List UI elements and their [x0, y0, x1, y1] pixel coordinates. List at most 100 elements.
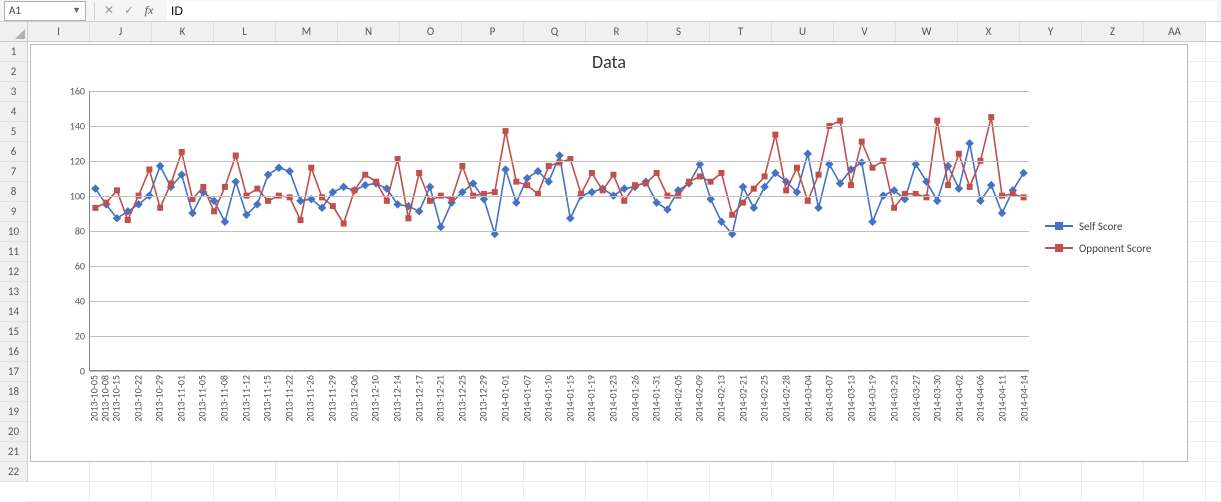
fx-label: fx: [145, 3, 154, 18]
formula-bar: A1 ▼ ✕ ✓ fx: [0, 0, 1221, 22]
x-axis-tick-label: 2014-01-31: [650, 375, 663, 422]
x-axis-tick-label: 2014-02-25: [758, 375, 771, 422]
col-header[interactable]: Z: [1082, 22, 1144, 41]
x-axis-tick-label: 2014-02-05: [671, 375, 684, 422]
enter-icon[interactable]: ✓: [119, 2, 139, 20]
x-axis-tick-label: 2013-11-12: [239, 375, 252, 422]
x-axis-tick-label: 2014-02-21: [736, 375, 749, 422]
plot-area[interactable]: 0204060801001201401602013-10-052013-10-0…: [59, 91, 1029, 389]
x-axis-tick-label: 2014-01-19: [585, 375, 598, 422]
col-header[interactable]: Q: [524, 22, 586, 41]
x-axis-tick-label: 2014-02-13: [715, 375, 728, 422]
col-header[interactable]: X: [958, 22, 1020, 41]
x-axis-tick-label: 2013-12-10: [369, 375, 382, 422]
x-axis-tick-label: 2014-01-01: [498, 375, 511, 422]
col-header[interactable]: K: [152, 22, 214, 41]
x-axis-tick-label: 2013-11-22: [282, 375, 295, 422]
row-header[interactable]: 16: [0, 342, 28, 362]
col-header[interactable]: Y: [1020, 22, 1082, 41]
x-axis-tick-label: 2014-03-27: [909, 375, 922, 422]
col-header[interactable]: V: [834, 22, 896, 41]
separator: [94, 2, 95, 20]
x-axis-tick-label: 2013-11-08: [218, 375, 231, 422]
col-header[interactable]: J: [90, 22, 152, 41]
x-axis-tick-label: 2013-10-15: [110, 375, 123, 422]
row-header[interactable]: 22: [0, 462, 28, 482]
cancel-icon[interactable]: ✕: [99, 2, 119, 20]
x-axis-tick-label: 2014-03-04: [801, 375, 814, 422]
x-axis-tick-label: 2014-02-28: [779, 375, 792, 422]
row-header[interactable]: 4: [0, 102, 28, 122]
x-axis-tick-label: 2013-10-29: [153, 375, 166, 422]
x-axis-tick-label: 2013-11-29: [326, 375, 339, 422]
col-header[interactable]: T: [710, 22, 772, 41]
x-axis-tick-label: 2014-04-14: [1017, 375, 1030, 422]
legend-item-self-score[interactable]: Self Score: [1045, 215, 1175, 237]
row-header[interactable]: 17: [0, 362, 28, 382]
row-header[interactable]: 21: [0, 442, 28, 462]
col-header[interactable]: L: [214, 22, 276, 41]
plot-inner: [89, 91, 1029, 371]
col-header[interactable]: N: [338, 22, 400, 41]
name-box[interactable]: A1 ▼: [4, 1, 86, 21]
col-header[interactable]: U: [772, 22, 834, 41]
x-axis-tick-label: 2014-03-19: [866, 375, 879, 422]
x-axis-tick-label: 2014-01-23: [607, 375, 620, 422]
x-axis-tick-label: 2013-11-26: [304, 375, 317, 422]
row-header[interactable]: 2: [0, 62, 28, 82]
row-header[interactable]: 8: [0, 182, 28, 202]
col-header[interactable]: M: [276, 22, 338, 41]
select-all-corner[interactable]: [0, 22, 28, 41]
x-axis-tick-label: 2013-12-06: [347, 375, 360, 422]
row-header[interactable]: 19: [0, 402, 28, 422]
row-header[interactable]: 20: [0, 422, 28, 442]
col-header[interactable]: R: [586, 22, 648, 41]
col-header[interactable]: P: [462, 22, 524, 41]
fx-icon[interactable]: fx: [139, 2, 159, 20]
y-axis-tick-label: 80: [61, 225, 85, 238]
x-axis-tick-label: 2014-04-11: [995, 375, 1008, 422]
row-header[interactable]: 14: [0, 302, 28, 322]
row-header[interactable]: 13: [0, 282, 28, 302]
name-box-dropdown-icon[interactable]: ▼: [72, 5, 81, 16]
worksheet[interactable]: IJKLMNOPQRSTUVWXYZAA 1234567891011121314…: [0, 22, 1221, 502]
col-header[interactable]: S: [648, 22, 710, 41]
row-header[interactable]: 10: [0, 222, 28, 242]
row-headers: 12345678910111213141516171819202122: [0, 42, 28, 482]
row-header[interactable]: 12: [0, 262, 28, 282]
x-axis-tick-label: 2014-01-07: [520, 375, 533, 422]
formula-input[interactable]: [167, 1, 1217, 21]
name-box-value: A1: [9, 4, 21, 17]
chart-title[interactable]: Data: [31, 51, 1187, 75]
row-header[interactable]: 3: [0, 82, 28, 102]
row-header[interactable]: 15: [0, 322, 28, 342]
y-axis-tick-label: 140: [61, 120, 85, 133]
x-axis-tick-label: 2014-04-02: [952, 375, 965, 422]
row-header[interactable]: 1: [0, 42, 28, 62]
x-axis-tick-label: 2014-03-30: [931, 375, 944, 422]
x-axis-tick-label: 2013-10-22: [131, 375, 144, 422]
y-axis-tick-label: 0: [61, 365, 85, 378]
row-header[interactable]: 18: [0, 382, 28, 402]
chart-legend[interactable]: Self Score Opponent Score: [1045, 215, 1175, 259]
row-header[interactable]: 7: [0, 162, 28, 182]
y-axis-tick-label: 120: [61, 155, 85, 168]
row-header[interactable]: 5: [0, 122, 28, 142]
col-header[interactable]: AA: [1144, 22, 1206, 41]
col-header[interactable]: O: [400, 22, 462, 41]
row-header[interactable]: 6: [0, 142, 28, 162]
row-header[interactable]: 9: [0, 202, 28, 222]
x-axis-tick-label: 2014-03-13: [844, 375, 857, 422]
row-header[interactable]: 11: [0, 242, 28, 262]
col-header[interactable]: I: [28, 22, 90, 41]
col-header[interactable]: W: [896, 22, 958, 41]
x-axis-tick-label: 2013-11-01: [174, 375, 187, 422]
legend-item-opponent-score[interactable]: Opponent Score: [1045, 237, 1175, 259]
x-axis-tick-label: 2014-01-15: [563, 375, 576, 422]
x-axis-tick-label: 2013-12-25: [455, 375, 468, 422]
x-axis-tick-label: 2013-11-15: [261, 375, 274, 422]
y-axis-tick-label: 160: [61, 85, 85, 98]
embedded-chart[interactable]: Data 0204060801001201401602013-10-052013…: [30, 44, 1188, 462]
legend-label: Self Score: [1079, 220, 1122, 233]
y-axis-tick-label: 20: [61, 330, 85, 343]
